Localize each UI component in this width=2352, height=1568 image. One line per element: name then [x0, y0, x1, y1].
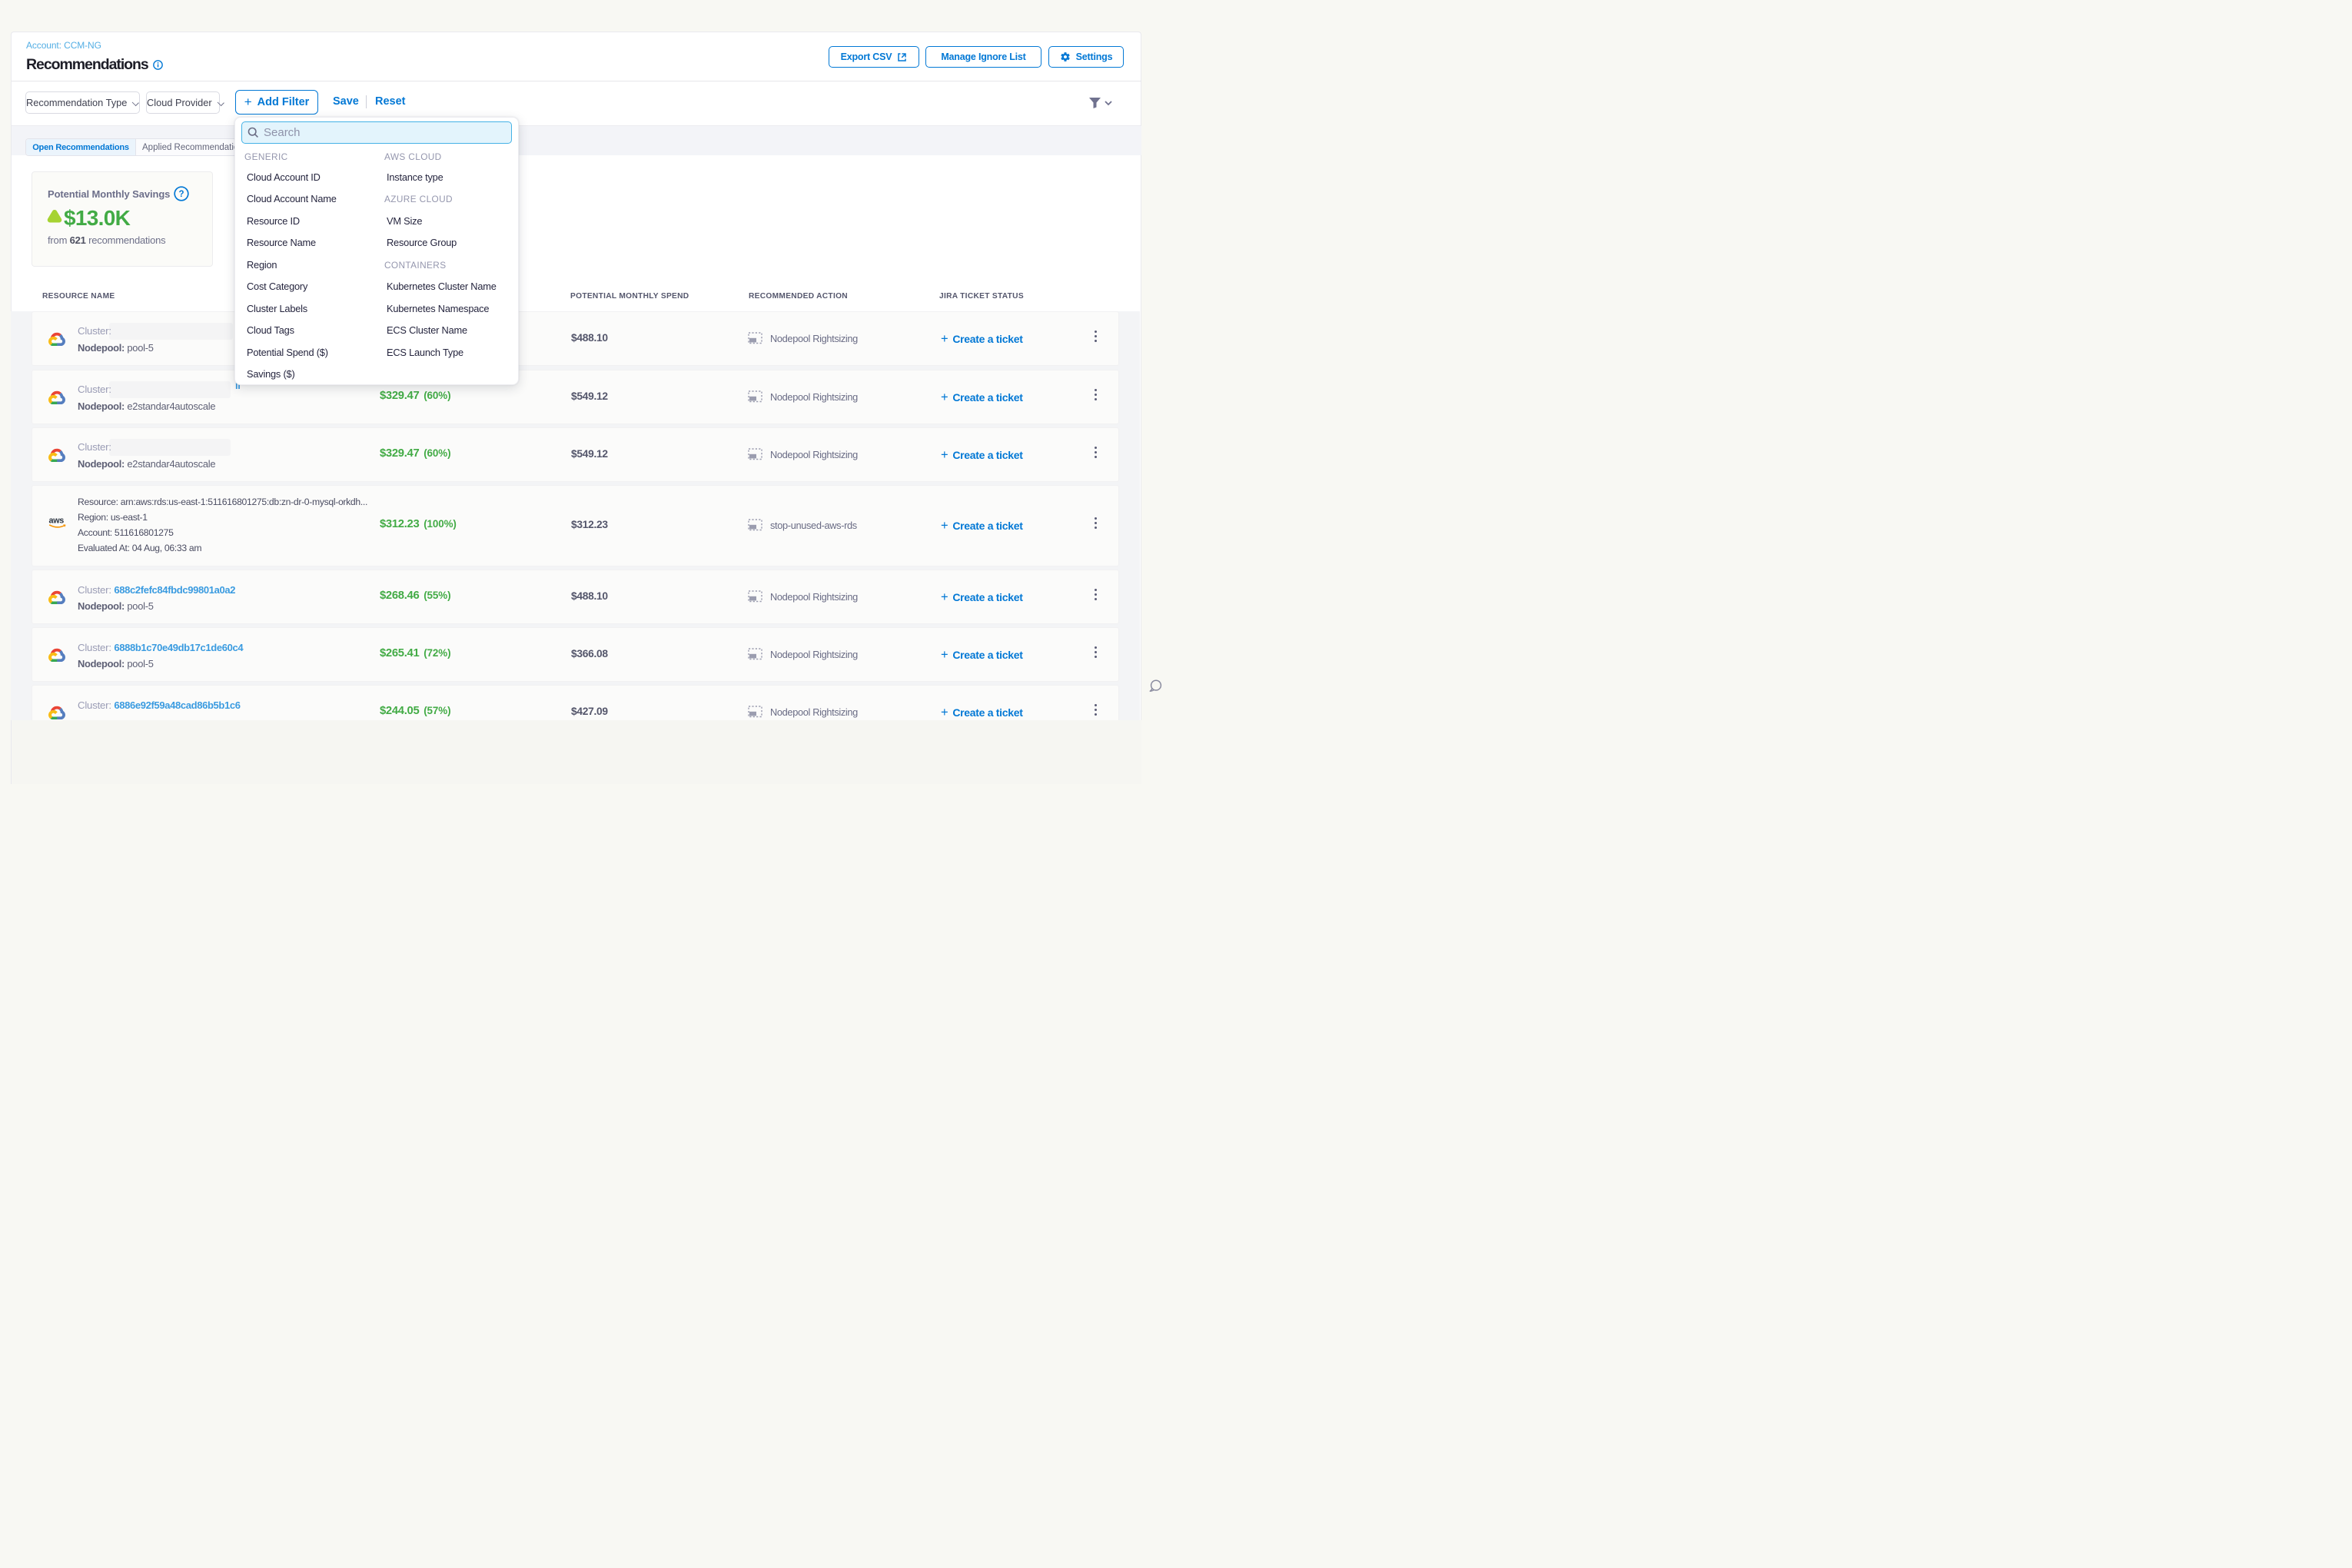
svg-text:?: ? [178, 190, 184, 199]
svg-text:aws: aws [49, 517, 65, 526]
